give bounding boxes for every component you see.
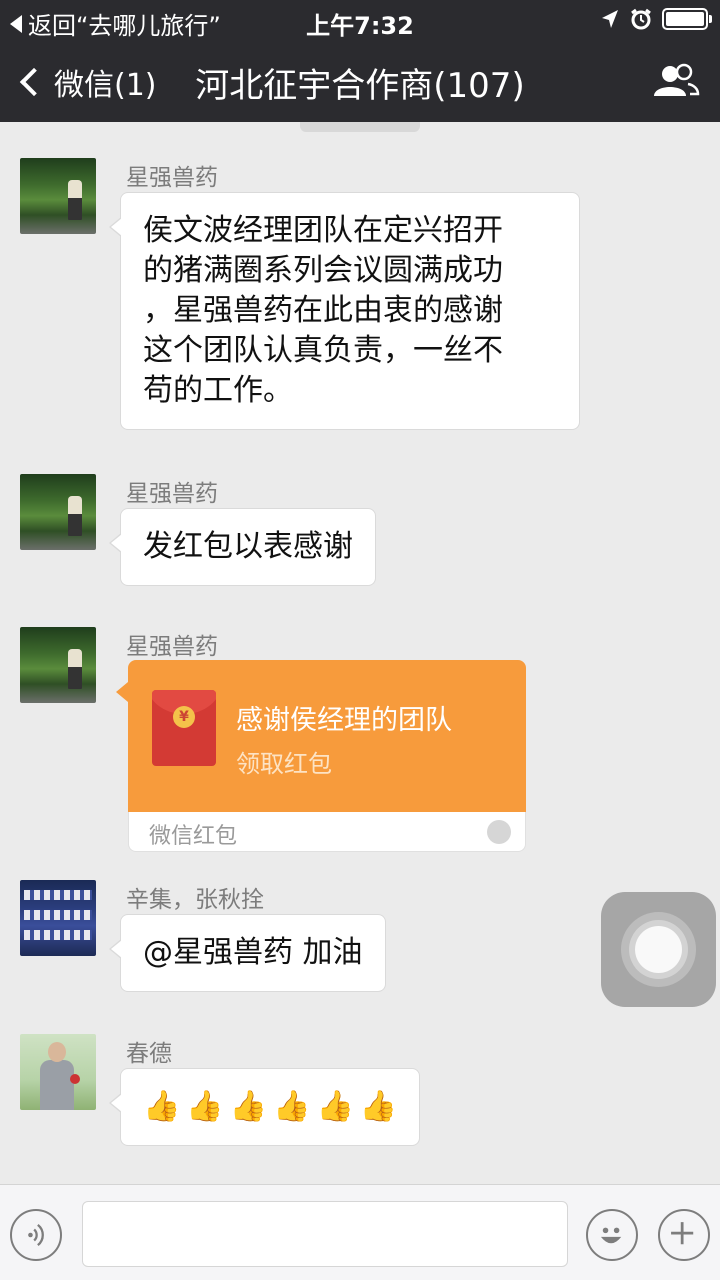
sender-name: 辛集，张秋拴 <box>126 887 264 913</box>
thumbs-up-icon: 👍 <box>186 1089 224 1124</box>
red-packet-footer: 微信红包 <box>128 812 526 852</box>
alarm-icon <box>631 8 651 30</box>
message-line: 侯文波经理团队在定兴招开 <box>143 213 503 248</box>
thumbs-up-icon: 👍 <box>359 1089 398 1124</box>
message-bubble[interactable]: 👍 👍 👍 👍 👍 👍 <box>108 1068 421 1146</box>
message-line: 的猪满圈系列会议圆满成功 <box>143 253 503 288</box>
thumbs-up-icon: 👍 <box>143 1089 181 1124</box>
chat-area[interactable]: 星强兽药 侯文波经理团队在定兴招开 的猪满圈系列会议圆满成功 ，星强兽药在此由衷… <box>0 122 720 1184</box>
thumbs-up-icon: 👍 <box>316 1089 354 1124</box>
thumbs-up-icon: 👍 <box>229 1089 268 1124</box>
nav-bar: 微信(1) 河北征宇合作商(107) <box>0 40 720 122</box>
input-bar <box>0 1184 720 1280</box>
emoji-row: 👍 👍 👍 👍 👍 👍 <box>143 1087 397 1127</box>
message-text: 发红包以表感谢 <box>143 529 353 564</box>
message-text: @星强兽药 加油 <box>143 935 363 970</box>
avatar[interactable] <box>20 627 96 703</box>
sender-name: 星强兽药 <box>126 165 218 191</box>
group-members-icon[interactable] <box>652 62 700 100</box>
emoji-icon[interactable] <box>586 1209 638 1261</box>
status-bar: 返回“去哪儿旅行” 上午7:32 <box>0 0 720 40</box>
sender-name: 春德 <box>126 1041 172 1067</box>
message-input[interactable] <box>82 1201 568 1267</box>
assistive-touch-button[interactable] <box>601 892 716 1007</box>
wechat-pay-logo-icon <box>487 820 511 844</box>
message-bubble[interactable]: @星强兽药 加油 <box>109 914 386 992</box>
red-envelope-icon: ¥ <box>152 690 216 766</box>
red-packet-card[interactable]: ¥ 感谢侯经理的团队 领取红包 微信红包 <box>116 660 526 852</box>
message-line: 苟的工作。 <box>143 373 293 408</box>
avatar[interactable] <box>20 1034 96 1110</box>
plus-icon[interactable] <box>658 1209 710 1261</box>
sender-name: 星强兽药 <box>126 481 218 507</box>
red-packet-footer-label: 微信红包 <box>149 824 238 849</box>
avatar[interactable] <box>20 474 96 550</box>
pull-tab <box>300 122 420 132</box>
thumbs-up-icon: 👍 <box>273 1089 311 1124</box>
message-bubble[interactable]: 侯文波经理团队在定兴招开 的猪满圈系列会议圆满成功 ，星强兽药在此由衷的感谢 这… <box>109 192 580 430</box>
status-icons <box>600 8 712 30</box>
voice-icon[interactable] <box>10 1209 62 1261</box>
red-packet-title: 感谢侯经理的团队 <box>236 705 452 736</box>
avatar[interactable] <box>20 158 96 234</box>
message-bubble[interactable]: 发红包以表感谢 <box>109 508 376 586</box>
location-arrow-icon <box>602 10 618 28</box>
message-line: 这个团队认真负责，一丝不 <box>143 333 503 368</box>
battery-icon <box>662 8 712 30</box>
sender-name: 星强兽药 <box>126 634 218 660</box>
chat-title: 河北征宇合作商(107) <box>195 66 525 106</box>
red-packet-action: 领取红包 <box>236 750 332 778</box>
message-line: ，星强兽药在此由衷的感谢 <box>143 293 503 328</box>
red-packet-body: ¥ 感谢侯经理的团队 领取红包 <box>116 660 526 812</box>
avatar[interactable] <box>20 880 96 956</box>
